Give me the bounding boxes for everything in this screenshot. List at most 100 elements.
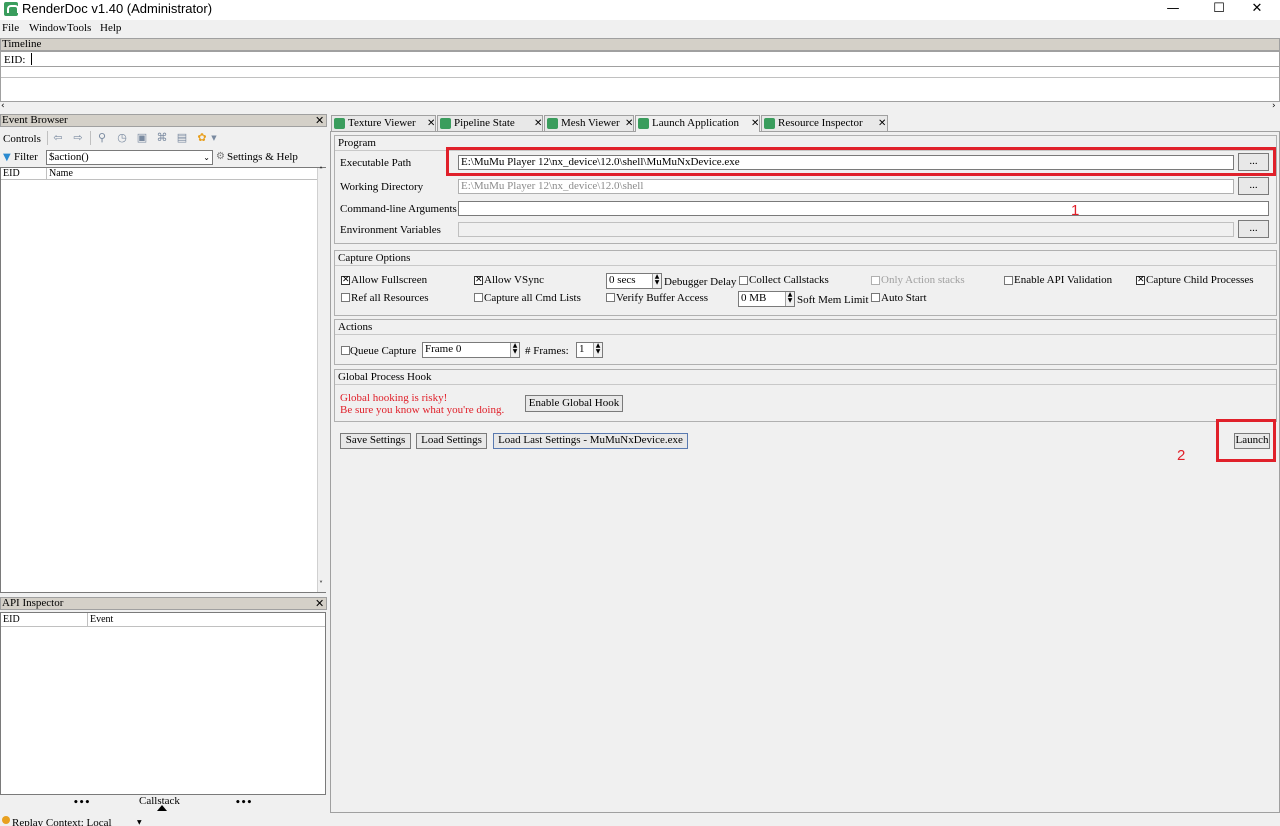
tab-close-icon[interactable]: ✕ <box>427 116 435 131</box>
spin-arrows-icon[interactable]: ▲ ▼ <box>785 292 794 306</box>
time-clock-icon[interactable]: ◷ <box>116 132 128 144</box>
menu-window[interactable]: Window <box>29 22 66 34</box>
queue-frame-value: Frame 0 <box>425 343 462 355</box>
replay-context-label[interactable]: Replay Context: Local <box>12 817 112 826</box>
settings-help-link[interactable]: Settings & Help <box>227 151 298 163</box>
capture-all-cmd-lists-checkbox[interactable] <box>474 293 483 302</box>
collect-callstacks-label[interactable]: Collect Callstacks <box>749 274 829 286</box>
verify-buffer-access-checkbox[interactable] <box>606 293 615 302</box>
num-frames-spinbox[interactable]: 1 ▲ ▼ <box>576 342 603 358</box>
api-list-header: EID Event <box>1 613 325 627</box>
filter-dropdown-icon[interactable]: ⌄ <box>203 151 210 164</box>
event-browser-header: Event Browser ✕ <box>0 114 327 127</box>
enable-api-validation-checkbox[interactable] <box>1004 276 1013 285</box>
timeline-scrollbar[interactable]: ‹ › <box>0 101 1280 112</box>
queue-capture-label[interactable]: Queue Capture <box>350 345 416 357</box>
event-list[interactable]: EID Name ˄ ˅ <box>0 166 326 593</box>
forward-arrow-icon[interactable]: ⇨ <box>72 132 84 144</box>
group-divider <box>335 334 1276 335</box>
filter-label: Filter <box>14 151 38 163</box>
scroll-right-icon[interactable]: › <box>1272 101 1276 111</box>
tab-close-icon[interactable]: ✕ <box>878 116 886 131</box>
save-icon[interactable]: ▤ <box>176 132 188 144</box>
auto-start-label[interactable]: Auto Start <box>881 292 927 304</box>
event-browser-close-icon[interactable]: ✕ <box>315 115 324 126</box>
verify-buffer-access-label[interactable]: Verify Buffer Access <box>616 292 708 304</box>
ref-all-resources-checkbox[interactable] <box>341 293 350 302</box>
allow-vsync-checkbox[interactable]: ✕ <box>474 276 483 285</box>
timeline-body[interactable]: EID: <box>0 51 1280 102</box>
tab-mesh-viewer[interactable]: Mesh Viewer ✕ <box>544 115 634 132</box>
splitter-dots-left-icon[interactable]: ••• <box>73 798 90 808</box>
enable-api-validation-label[interactable]: Enable API Validation <box>1014 274 1112 286</box>
queue-frame-spinbox[interactable]: Frame 0 ▲ ▼ <box>422 342 520 358</box>
menu-help[interactable]: Help <box>100 22 121 34</box>
menu-bar: File Window Tools Help <box>0 21 1280 37</box>
tab-close-icon[interactable]: ✕ <box>625 116 633 131</box>
menu-file[interactable]: File <box>2 22 19 34</box>
tab-resource-inspector[interactable]: Resource Inspector ✕ <box>761 115 888 132</box>
tab-pipeline-state[interactable]: Pipeline State ✕ <box>437 115 543 132</box>
column-event[interactable]: Event <box>90 613 113 626</box>
expand-up-icon[interactable] <box>157 805 167 811</box>
back-arrow-icon[interactable]: ⇦ <box>52 132 64 144</box>
load-settings-button[interactable]: Load Settings <box>416 433 487 449</box>
working-dir-browse-button[interactable]: ... <box>1238 177 1269 195</box>
filter-funnel-icon: ▼ <box>3 152 11 163</box>
capture-child-processes-checkbox[interactable]: ✕ <box>1136 276 1145 285</box>
allow-fullscreen-label[interactable]: Allow Fullscreen <box>351 274 427 286</box>
debugger-delay-spinbox[interactable]: 0 secs ▲ ▼ <box>606 273 662 289</box>
capture-all-cmd-lists-label[interactable]: Capture all Cmd Lists <box>484 292 581 304</box>
spin-arrows-icon[interactable]: ▲ ▼ <box>652 274 661 288</box>
minimize-button[interactable]: — <box>1150 0 1196 20</box>
replay-context-dropdown-icon[interactable]: ▼ <box>137 819 142 826</box>
settings-gear-icon[interactable]: ⚙ <box>216 151 225 162</box>
column-eid[interactable]: EID <box>3 613 20 626</box>
close-window-button[interactable]: ✕ <box>1234 0 1280 20</box>
scroll-down-icon[interactable]: ˅ <box>319 580 323 589</box>
auto-start-checkbox[interactable] <box>871 293 880 302</box>
tree-expand-icon[interactable]: ⌘ <box>156 132 168 144</box>
load-last-settings-button[interactable]: Load Last Settings - MuMuNxDevice.exe <box>493 433 688 449</box>
env-vars-browse-button[interactable]: ... <box>1238 220 1269 238</box>
tab-close-icon[interactable]: ✕ <box>534 116 542 131</box>
spin-arrows-icon[interactable]: ▲ ▼ <box>510 343 519 357</box>
tab-close-icon[interactable]: ✕ <box>751 116 759 131</box>
capture-options-title: Capture Options <box>338 252 411 264</box>
toolbar-separator <box>90 131 91 145</box>
scroll-left-icon[interactable]: ‹ <box>1 101 5 111</box>
allow-fullscreen-checkbox[interactable]: ✕ <box>341 276 350 285</box>
bookmark-icon[interactable]: ▣ <box>136 132 148 144</box>
save-settings-button[interactable]: Save Settings <box>340 433 411 449</box>
enable-global-hook-button[interactable]: Enable Global Hook <box>525 395 623 412</box>
event-list-scrollbar[interactable]: ˄ ˅ <box>317 166 326 592</box>
column-name[interactable]: Name <box>49 168 73 179</box>
ref-all-resources-label[interactable]: Ref all Resources <box>351 292 429 304</box>
filter-input[interactable]: $action() ⌄ <box>46 150 213 165</box>
soft-mem-limit-spinbox[interactable]: 0 MB ▲ ▼ <box>738 291 795 307</box>
api-event-list[interactable]: EID Event <box>0 612 326 795</box>
soft-mem-limit-label: Soft Mem Limit <box>797 294 869 306</box>
capture-child-processes-label[interactable]: Capture Child Processes <box>1146 274 1254 286</box>
chevron-down-icon[interactable]: ▼ <box>208 132 220 144</box>
renderdoc-logo-icon <box>4 2 19 16</box>
cmdline-input[interactable] <box>458 201 1269 216</box>
scroll-up-icon[interactable]: ˄ <box>319 166 323 175</box>
column-eid[interactable]: EID <box>3 168 20 179</box>
api-inspector-close-icon[interactable]: ✕ <box>315 598 324 609</box>
api-inspector-title: API Inspector <box>2 597 64 609</box>
working-dir-input[interactable]: E:\MuMu Player 12\nx_device\12.0\shell <box>458 179 1234 194</box>
replay-status-icon <box>2 816 10 824</box>
highlight-launch-button <box>1216 419 1276 462</box>
find-binoculars-icon[interactable]: ⚲ <box>96 132 108 144</box>
tab-texture-viewer[interactable]: Texture Viewer ✕ <box>331 115 436 132</box>
spin-arrows-icon[interactable]: ▲ ▼ <box>593 343 602 357</box>
program-group-title: Program <box>338 137 376 149</box>
splitter-dots-right-icon[interactable]: ••• <box>235 798 252 808</box>
queue-capture-checkbox[interactable] <box>341 346 350 355</box>
collect-callstacks-checkbox[interactable] <box>739 276 748 285</box>
tab-launch-application[interactable]: Launch Application ✕ <box>635 115 760 132</box>
allow-vsync-label[interactable]: Allow VSync <box>484 274 544 286</box>
menu-tools[interactable]: Tools <box>67 22 91 34</box>
colors-dropdown-icon[interactable]: ✿ <box>196 132 208 144</box>
